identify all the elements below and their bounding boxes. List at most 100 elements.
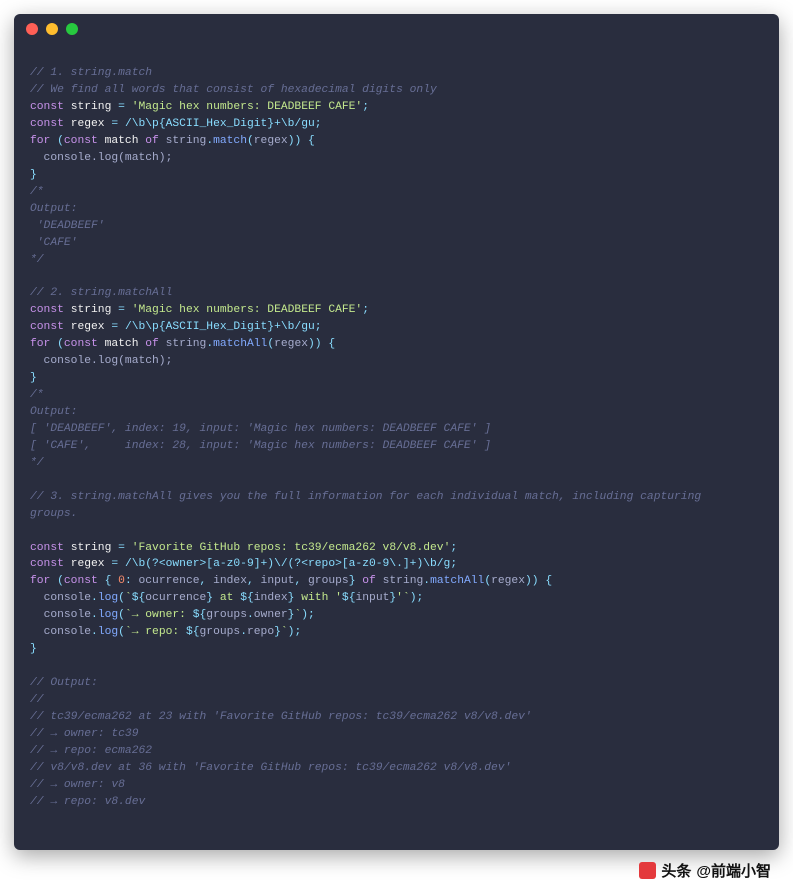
keyword: for (30, 575, 50, 587)
identifier: groups (308, 575, 349, 587)
comment: // → owner: v8 (30, 779, 125, 791)
method: log (98, 592, 118, 604)
punct: ) (301, 609, 308, 621)
identifier: owner (254, 609, 288, 621)
operator: = (111, 101, 131, 113)
comment: // We find all words that consist of hex… (30, 84, 437, 96)
comment: // 1. string.match (30, 67, 152, 79)
operator: = (111, 542, 131, 554)
comment: // (30, 694, 44, 706)
keyword: const (30, 118, 64, 130)
punct: } (30, 372, 37, 384)
keyword: of (145, 338, 159, 350)
comment: */ (30, 457, 44, 469)
punct: , (200, 575, 214, 587)
punct: ( (118, 609, 125, 621)
minimize-icon[interactable] (46, 23, 58, 35)
comment: // tc39/ecma262 at 23 with 'Favorite Git… (30, 711, 532, 723)
punct: ; (450, 542, 457, 554)
punct: } (30, 169, 37, 181)
keyword: for (30, 338, 50, 350)
template-literal: ` (125, 626, 132, 638)
identifier: regex (71, 321, 105, 333)
number: 0 (118, 575, 125, 587)
identifier: ocurrence (139, 575, 200, 587)
punct: { (98, 575, 118, 587)
maximize-icon[interactable] (66, 23, 78, 35)
comment: // Output: (30, 677, 98, 689)
method: matchAll (213, 338, 267, 350)
comment: // → repo: v8.dev (30, 796, 145, 808)
comment: /* (30, 186, 44, 198)
method: log (98, 609, 118, 621)
identifier: groups (206, 609, 247, 621)
identifier: console (44, 609, 91, 621)
string-literal: 'Magic hex numbers: DEADBEEF CAFE' (132, 101, 363, 113)
watermark-handle: @前端小智 (696, 860, 771, 881)
punct: ; (315, 118, 322, 130)
interp: ${ (193, 609, 207, 621)
comment: // 2. string.matchAll (30, 287, 172, 299)
identifier: string (71, 101, 112, 113)
identifier: repo (247, 626, 274, 638)
close-icon[interactable] (26, 23, 38, 35)
punct: ) (308, 338, 315, 350)
comment: /* (30, 389, 44, 401)
identifier: regex (254, 135, 288, 147)
interp: ${ (342, 592, 356, 604)
punct: . (240, 626, 247, 638)
comment: // 3. string.matchAll gives you the full… (30, 491, 701, 503)
template-literal: with ' (294, 592, 341, 604)
toutiao-icon (639, 862, 656, 879)
punct: . (247, 609, 254, 621)
punct: ) (315, 338, 322, 350)
keyword: for (30, 135, 50, 147)
code-window: // 1. string.match // We find all words … (14, 14, 779, 850)
keyword: const (30, 558, 64, 570)
keyword: const (30, 304, 64, 316)
comment: */ (30, 254, 44, 266)
interp: ${ (240, 592, 254, 604)
identifier: regex (71, 558, 105, 570)
identifier: string (166, 135, 207, 147)
comment: // → repo: ecma262 (30, 745, 152, 757)
punct: } (349, 575, 363, 587)
punct: ( (247, 135, 254, 147)
keyword: const (30, 101, 64, 113)
template-literal: ` (125, 592, 132, 604)
operator: = (111, 304, 131, 316)
punct: ; (308, 609, 315, 621)
regex-literal: /\b\p{ASCII_Hex_Digit}+\b/gu (125, 118, 315, 130)
punct: . (91, 592, 98, 604)
identifier: match (105, 338, 139, 350)
template-literal: → owner: (132, 609, 193, 621)
punct: { (545, 575, 552, 587)
comment: [ 'CAFE', index: 28, input: 'Magic hex n… (30, 440, 491, 452)
method: log (98, 626, 118, 638)
method: match (213, 135, 247, 147)
comment: Output: (30, 406, 77, 418)
template-literal: ` (281, 626, 288, 638)
identifier: string (71, 542, 112, 554)
identifier: input (261, 575, 295, 587)
identifier: groups (200, 626, 241, 638)
identifier: index (254, 592, 288, 604)
template-literal: at (213, 592, 240, 604)
identifier: string (383, 575, 424, 587)
punct: ; (362, 101, 369, 113)
punct: { (328, 338, 335, 350)
comment: [ 'DEADBEEF', index: 19, input: 'Magic h… (30, 423, 491, 435)
punct: ; (417, 592, 424, 604)
punct: ; (450, 558, 457, 570)
interp: ${ (132, 592, 146, 604)
punct: ( (57, 135, 64, 147)
operator: = (105, 558, 125, 570)
method: matchAll (430, 575, 484, 587)
punct: ( (57, 575, 64, 587)
interp: } (274, 626, 281, 638)
operator: = (105, 118, 125, 130)
code-line: console.log(match); (30, 152, 172, 164)
keyword: of (145, 135, 159, 147)
identifier: string (71, 304, 112, 316)
identifier: console (44, 592, 91, 604)
